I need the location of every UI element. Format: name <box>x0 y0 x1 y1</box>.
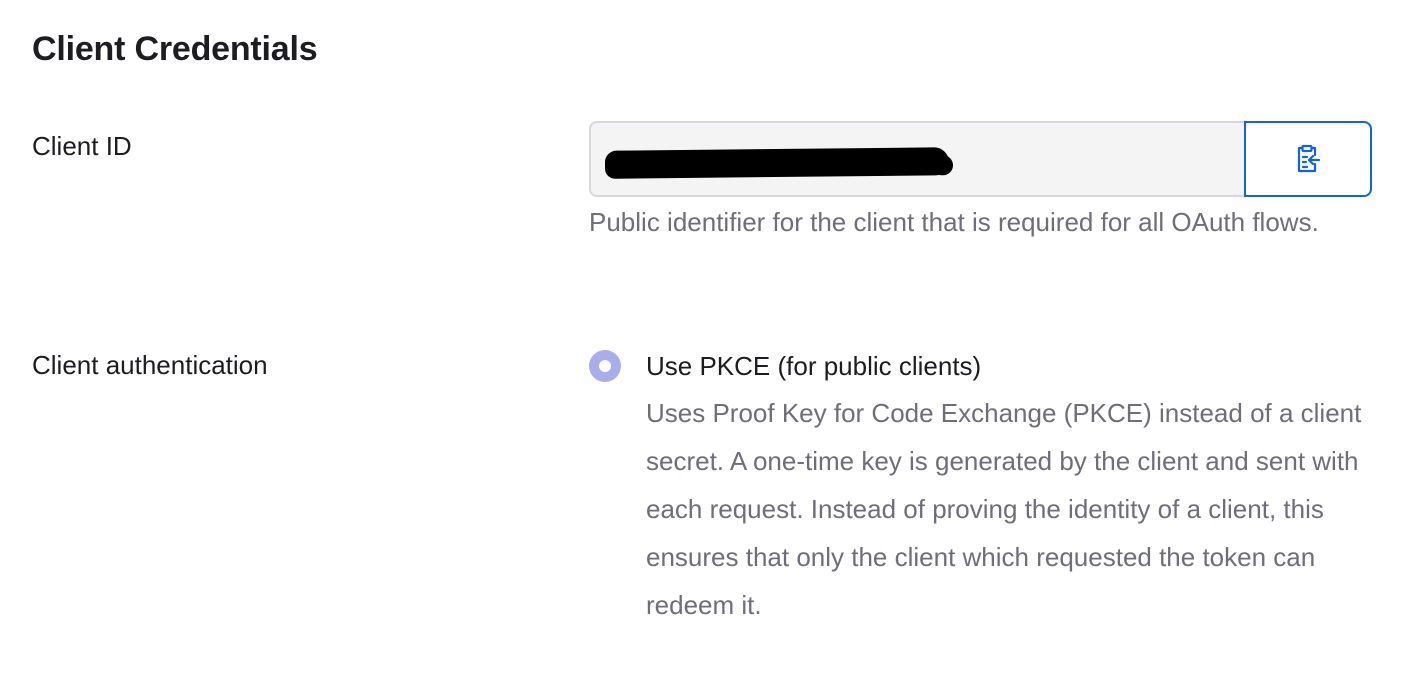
client-authentication-label: Client authentication <box>32 350 268 380</box>
pkce-radio-label[interactable]: Use PKCE (for public clients) <box>646 348 981 384</box>
client-id-help-text: Public identifier for the client that is… <box>589 207 1319 237</box>
copy-to-clipboard-button[interactable] <box>1244 121 1372 197</box>
clipboard-copy-icon <box>1295 144 1321 174</box>
redaction-mark <box>604 147 950 179</box>
section-title: Client Credentials <box>32 30 318 68</box>
pkce-description: Uses Proof Key for Code Exchange (PKCE) … <box>646 398 1362 620</box>
client-id-field-group <box>589 121 1372 197</box>
pkce-radio-button[interactable] <box>589 350 621 382</box>
client-id-label: Client ID <box>32 131 132 161</box>
radio-selected-dot <box>599 360 611 372</box>
client-id-field[interactable] <box>589 121 1245 197</box>
